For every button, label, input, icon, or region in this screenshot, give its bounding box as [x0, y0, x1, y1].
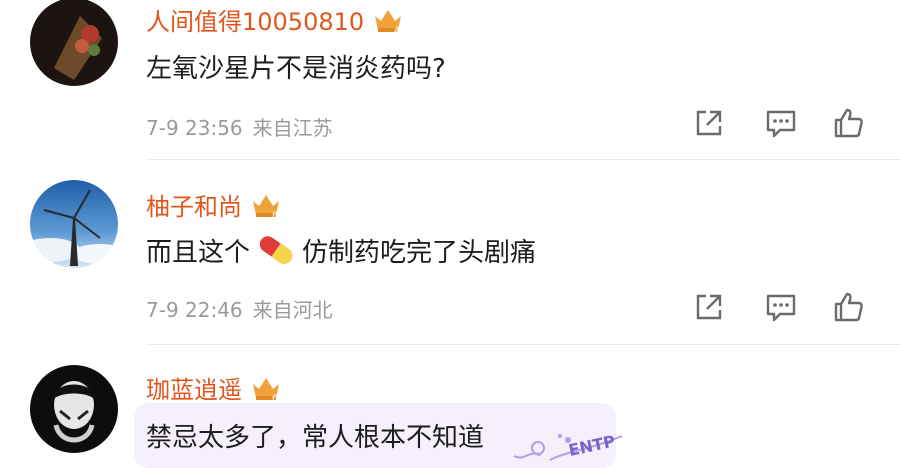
- comment-text-part: 仿制药吃完了头剧痛: [302, 237, 537, 268]
- level-badge: 4: [394, 26, 400, 34]
- reply-icon[interactable]: [764, 106, 798, 140]
- username[interactable]: 柚子和尚 8: [146, 187, 282, 222]
- comment-meta: 7-9 22:46 来自河北: [146, 294, 333, 323]
- location: 来自河北: [252, 298, 333, 322]
- level-badge: 8: [272, 211, 278, 219]
- comment-actions: [692, 106, 866, 140]
- avatar[interactable]: [30, 180, 118, 268]
- comment-item: 珈蓝逍遥 6 禁忌太多了，常人根本不知道: [0, 345, 900, 468]
- comment-item: 人间值得10050810 4 左氧沙星片不是消炎药吗? 7-9 23:56 来自江…: [0, 0, 900, 160]
- share-icon[interactable]: [692, 106, 726, 140]
- username-text: 珈蓝逍遥: [146, 376, 242, 404]
- comment-text: 左氧沙星片不是消炎药吗?: [146, 54, 446, 84]
- username-text: 人间值得10050810: [146, 8, 365, 36]
- share-icon[interactable]: [692, 290, 726, 324]
- comment-text: 而且这个 仿制药吃完了头剧痛: [146, 230, 536, 270]
- timestamp: 7-9 22:46: [146, 298, 243, 322]
- username-text: 柚子和尚: [146, 193, 242, 221]
- level-badge: 6: [272, 394, 278, 402]
- comment-item: 柚子和尚 8 而且这个 仿制药吃完了头剧痛 7-9 22:46 来自河北: [0, 160, 900, 345]
- crown-icon: 8: [253, 194, 279, 219]
- crown-icon: 6: [253, 377, 279, 402]
- username[interactable]: 人间值得10050810 4: [146, 2, 404, 37]
- timestamp: 7-9 23:56: [146, 116, 243, 140]
- like-icon[interactable]: [832, 106, 866, 140]
- reply-icon[interactable]: [764, 290, 798, 324]
- comment-text: 禁忌太多了，常人根本不知道: [146, 423, 485, 453]
- crown-icon: 4: [375, 9, 402, 34]
- avatar[interactable]: [30, 365, 118, 453]
- pill-emoji-icon: [259, 236, 293, 264]
- comment-meta: 7-9 23:56 来自江苏: [146, 112, 333, 141]
- username[interactable]: 珈蓝逍遥 6: [146, 370, 282, 405]
- location: 来自江苏: [252, 116, 333, 140]
- avatar[interactable]: [30, 0, 118, 86]
- comment-text-part: 而且这个: [146, 237, 251, 268]
- comment-actions: [692, 290, 866, 324]
- like-icon[interactable]: [832, 290, 866, 324]
- sticker-label: ENTP: [567, 432, 617, 460]
- entp-sticker: ENTP: [513, 432, 623, 461]
